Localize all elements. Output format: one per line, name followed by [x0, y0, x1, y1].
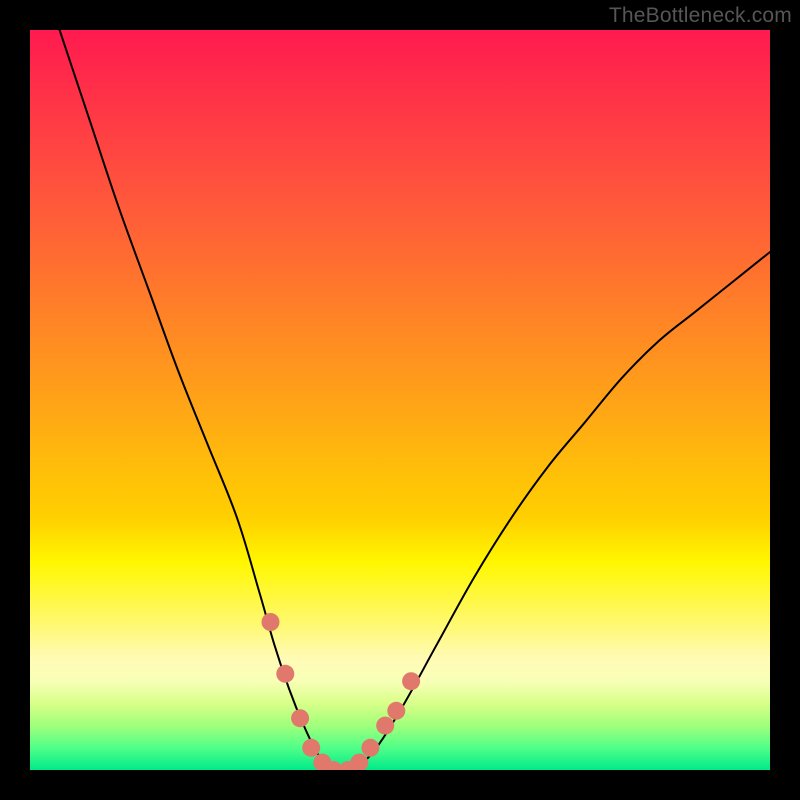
- highlight-dot: [262, 613, 280, 631]
- highlight-dot: [291, 709, 309, 727]
- watermark-text: TheBottleneck.com: [609, 4, 792, 28]
- highlight-dot: [350, 754, 368, 770]
- highlight-dot: [387, 702, 405, 720]
- chart-frame: TheBottleneck.com: [0, 0, 800, 800]
- plot-area: [30, 30, 770, 770]
- highlight-dot: [402, 672, 420, 690]
- bottleneck-curve: [60, 30, 770, 770]
- highlight-dot: [302, 739, 320, 757]
- chart-svg: [30, 30, 770, 770]
- highlight-dot: [276, 665, 294, 683]
- highlight-dot: [376, 717, 394, 735]
- highlight-dot: [361, 739, 379, 757]
- highlight-dots: [262, 613, 421, 770]
